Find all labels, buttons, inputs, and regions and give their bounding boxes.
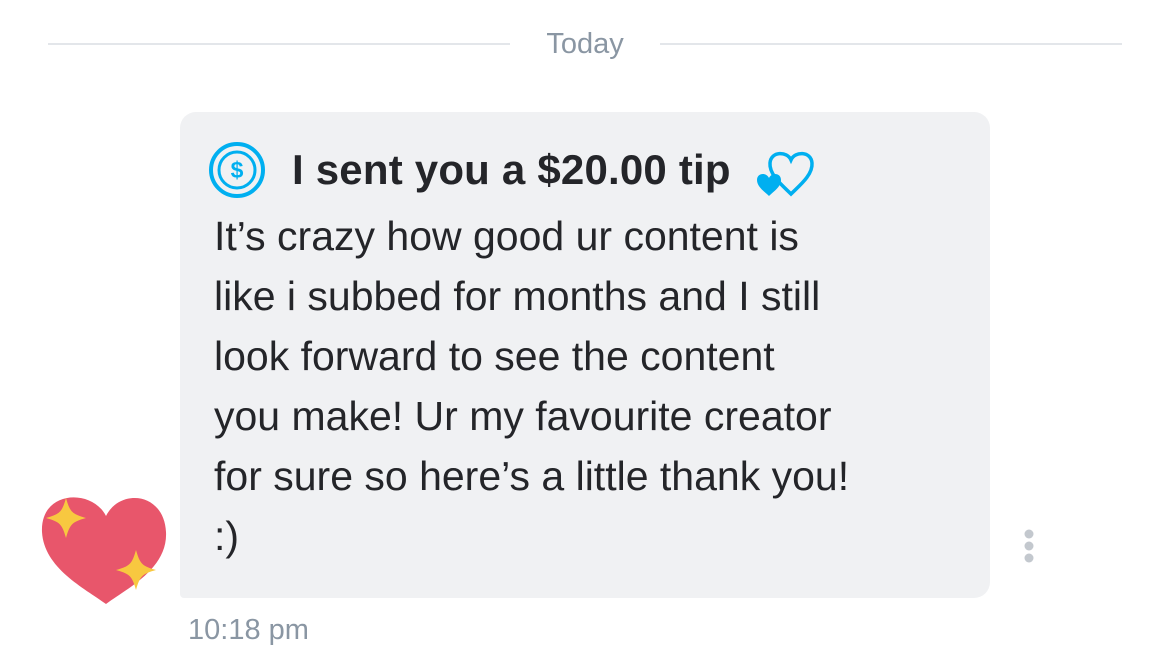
message-text: It’s crazy how good ur content is like i… xyxy=(214,213,850,559)
date-label: Today xyxy=(546,27,624,60)
tip-header: $ I sent you a $20.00 tip xyxy=(208,140,960,200)
svg-text:$: $ xyxy=(231,157,244,183)
message-bubble: $ I sent you a $20.00 tip It’s crazy how… xyxy=(180,112,990,598)
more-vertical-icon xyxy=(1024,529,1034,563)
date-separator: Today xyxy=(48,20,1123,68)
two-hearts-icon xyxy=(756,151,814,197)
sender-avatar[interactable] xyxy=(40,488,170,608)
sparkling-heart-icon xyxy=(41,497,167,604)
message-timestamp: 10:18 pm xyxy=(188,614,309,646)
divider-line-right xyxy=(659,43,1123,45)
message-options-button[interactable] xyxy=(1015,526,1043,566)
dollar-circle-icon: $ xyxy=(209,142,265,198)
tip-amount-text: I sent you a $20.00 tip xyxy=(292,146,731,193)
divider-line-left xyxy=(48,43,511,45)
